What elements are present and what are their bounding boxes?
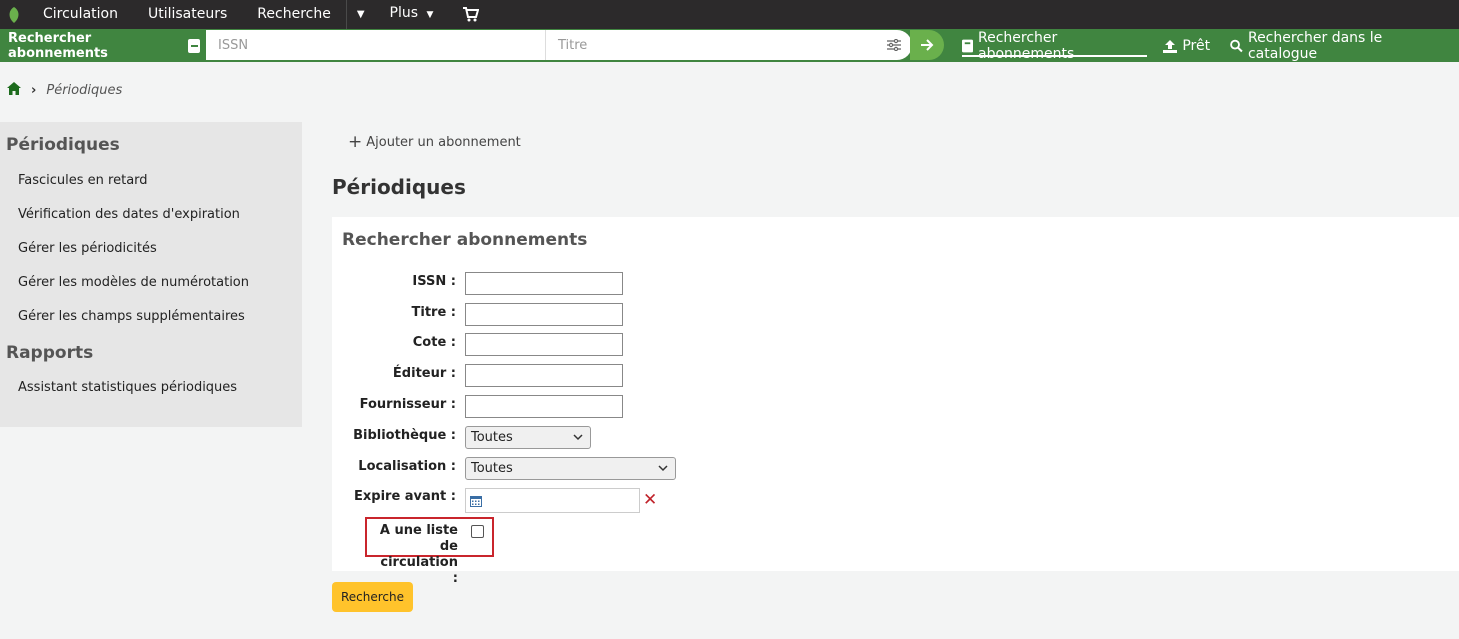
nav-plus-label: Plus <box>389 5 419 21</box>
search-type-label[interactable]: Rechercher abonnements <box>0 31 200 61</box>
titre-field[interactable] <box>465 303 623 326</box>
calendar-icon <box>470 495 482 507</box>
sidebar-section-periodiques: Périodiques <box>6 135 120 155</box>
sidebar-item-verification-expiration[interactable]: Vérification des dates d'expiration <box>18 207 240 222</box>
cote-label: Cote : <box>412 335 456 350</box>
nav-dropdown-caret-icon[interactable]: ▼ <box>347 9 375 20</box>
breadcrumb-separator: › <box>31 83 37 98</box>
book-icon <box>188 38 200 53</box>
cote-field[interactable] <box>465 333 623 356</box>
sidebar-section-rapports: Rapports <box>6 343 94 363</box>
fournisseur-label: Fournisseur : <box>359 397 456 412</box>
link-pret[interactable]: Prêt <box>1163 29 1210 62</box>
book-icon <box>962 39 974 52</box>
localisation-select[interactable]: Toutes <box>465 457 676 480</box>
panel-title: Rechercher abonnements <box>342 230 588 250</box>
add-subscription-button[interactable]: + Ajouter un abonnement <box>348 134 521 151</box>
cart-icon[interactable] <box>448 7 494 22</box>
koha-logo-icon[interactable] <box>0 6 28 24</box>
nav-recherche[interactable]: Recherche <box>242 0 346 29</box>
link-rechercher-catalogue[interactable]: Rechercher dans le catalogue <box>1230 29 1439 62</box>
circulation-checkbox[interactable] <box>471 525 484 538</box>
breadcrumb: › Périodiques <box>7 82 122 99</box>
issn-search-input[interactable]: ISSN <box>206 30 546 60</box>
localisation-select-value: Toutes <box>471 461 513 476</box>
add-subscription-label: Ajouter un abonnement <box>366 135 521 150</box>
search-type-text: Rechercher abonnements <box>8 30 108 61</box>
chevron-down-icon: ▼ <box>426 10 434 20</box>
nav-plus[interactable]: Plus ▼ <box>375 0 449 30</box>
header-links: Rechercher abonnements Prêt Rechercher d… <box>962 29 1459 62</box>
search-submit-arrow-icon[interactable] <box>910 30 944 60</box>
breadcrumb-current: Périodiques <box>46 83 123 98</box>
issn-label: ISSN : <box>412 274 456 289</box>
page-title: Périodiques <box>332 175 466 199</box>
chevron-down-icon <box>573 434 583 441</box>
search-submit-button[interactable]: Recherche <box>332 582 413 612</box>
search-icon <box>1230 39 1243 52</box>
expire-label: Expire avant : <box>354 489 456 504</box>
expire-date-input[interactable] <box>465 488 640 513</box>
clear-date-icon[interactable]: ✕ <box>643 491 657 509</box>
search-subscriptions-panel: Rechercher abonnements ISSN : Titre : Co… <box>332 217 1459 586</box>
nav-utilisateurs[interactable]: Utilisateurs <box>133 0 242 29</box>
link-pret-label: Prêt <box>1182 37 1211 54</box>
search-box: ISSN Titre <box>206 30 912 60</box>
top-navbar: Circulation Utilisateurs Recherche ▼ Plu… <box>0 0 1459 29</box>
circulation-highlight-box: A une liste de circulation : <box>365 517 494 586</box>
sidebar-item-assistant-statistiques[interactable]: Assistant statistiques périodiques <box>18 380 237 395</box>
issn-field[interactable] <box>465 272 623 295</box>
link-rechercher-abonnements[interactable]: Rechercher abonnements <box>962 29 1148 62</box>
nav-circulation[interactable]: Circulation <box>28 0 133 29</box>
plus-icon: + <box>348 132 363 152</box>
home-icon[interactable] <box>7 82 21 99</box>
bibliotheque-label: Bibliothèque : <box>353 428 456 443</box>
fournisseur-field[interactable] <box>465 395 623 418</box>
sidebar-item-periodicites[interactable]: Gérer les périodicités <box>18 241 157 256</box>
bibliotheque-select-value: Toutes <box>471 430 513 445</box>
titre-label: Titre : <box>411 305 457 320</box>
sidebar: Périodiques Fascicules en retard Vérific… <box>0 122 302 427</box>
search-header: Rechercher abonnements ISSN Titre Recher… <box>0 29 1459 62</box>
circulation-label: A une liste de circulation : <box>379 523 458 586</box>
sidebar-item-modeles-numerotation[interactable]: Gérer les modèles de numérotation <box>18 275 249 290</box>
localisation-label: Localisation : <box>358 459 456 474</box>
upload-icon <box>1163 39 1178 53</box>
link-rechercher-abonnements-label: Rechercher abonnements <box>978 29 1075 62</box>
sliders-icon[interactable] <box>876 39 912 51</box>
chevron-down-icon <box>658 465 668 472</box>
editeur-field[interactable] <box>465 364 623 387</box>
title-search-input[interactable]: Titre <box>546 30 876 60</box>
sidebar-item-champs-supplementaires[interactable]: Gérer les champs supplémentaires <box>18 309 245 324</box>
editeur-label: Éditeur : <box>392 366 456 381</box>
bibliotheque-select[interactable]: Toutes <box>465 426 591 449</box>
link-rechercher-catalogue-label: Rechercher dans le catalogue <box>1247 29 1383 62</box>
sidebar-item-fascicules-retard[interactable]: Fascicules en retard <box>18 173 148 188</box>
